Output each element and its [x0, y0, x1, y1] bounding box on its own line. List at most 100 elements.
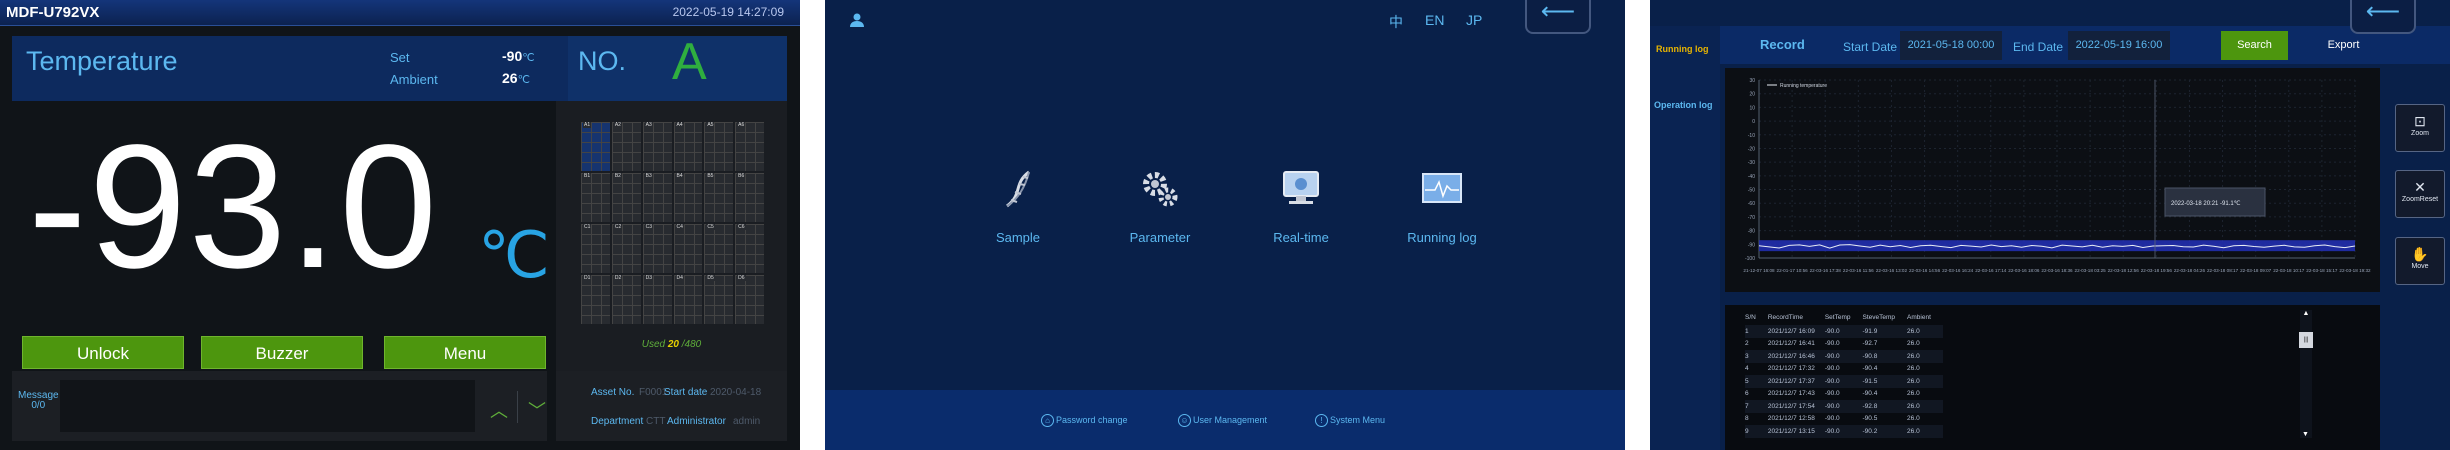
rack-cell-d5[interactable]: D5 — [704, 275, 734, 324]
rack-cell-b2[interactable]: B2 — [611, 173, 641, 222]
y-tick-label: -40 — [1748, 174, 1755, 180]
rack-cell-d2[interactable]: D2 — [611, 275, 641, 324]
rack-cell-a1[interactable]: A1 — [581, 122, 610, 171]
temperature-chart[interactable]: 30 20 10 0 -10 -20 -30 -40 -50 -60 -70 -80 -90 -100 21… — [1725, 68, 2380, 292]
rack-cell-c6[interactable]: C6 — [735, 224, 764, 273]
back-button[interactable]: ⟵ — [2350, 0, 2416, 34]
rack-cell-b6[interactable]: B6 — [735, 173, 764, 222]
menu-parameter[interactable]: Parameter — [1100, 164, 1220, 245]
end-date-input[interactable]: 2022-05-19 16:00 — [2068, 31, 2170, 60]
start-date-label: Start date — [664, 387, 708, 398]
y-tick-label: -80 — [1748, 229, 1755, 235]
password-change-button[interactable]: ⌂ Password change — [1041, 414, 1128, 427]
table-row[interactable]: 5 2021/12/7 17:37 -90.0 -91.5 26.0 — [1745, 375, 1943, 388]
start-date-input[interactable]: 2021-05-18 00:00 — [1900, 31, 2002, 60]
administrator-label: Administrator — [667, 416, 726, 427]
y-tick-label: 10 — [1749, 105, 1755, 111]
temperature-band — [1759, 240, 2355, 252]
rack-cell-c1[interactable]: C1 — [581, 224, 610, 273]
table-row[interactable]: 9 2021/12/7 13:15 -90.0 -90.2 26.0 — [1745, 425, 1943, 438]
move-button[interactable]: ✋ Move — [2395, 237, 2445, 285]
menu-parameter-label: Parameter — [1129, 230, 1191, 245]
rack-cell-label: B2 — [613, 173, 622, 179]
tab-running-log[interactable]: Running log — [1656, 44, 1708, 54]
scroll-thumb[interactable]: ||| — [2299, 332, 2313, 348]
table-cell: -91.9 — [1862, 325, 1908, 338]
system-menu-button[interactable]: ! System Menu — [1315, 414, 1385, 427]
y-tick-label: -10 — [1748, 133, 1755, 139]
table-cell: -90.0 — [1824, 350, 1863, 363]
x-tick-label: 22-03-16 11:56 — [1843, 268, 1874, 273]
menu-sample[interactable]: Sample — [958, 164, 1078, 245]
table-row[interactable]: 1 2021/12/7 16:09 -90.0 -91.9 26.0 — [1745, 325, 1943, 338]
rack-cell-a4[interactable]: A4 — [673, 122, 703, 171]
lang-zh-button[interactable]: 中 — [1389, 12, 1403, 32]
rack-cell-c3[interactable]: C3 — [642, 224, 672, 273]
column-header: Ambient — [1907, 314, 1931, 321]
legend-label: Running temperature — [1780, 83, 1827, 89]
message-label: Message 0/0 — [18, 390, 59, 411]
rack-cell-b1[interactable]: B1 — [581, 173, 610, 222]
zoom-reset-button[interactable]: ✕ ZoomReset — [2395, 170, 2445, 218]
export-button[interactable]: Export — [2310, 31, 2377, 60]
table-row[interactable]: 7 2021/12/7 17:54 -90.0 -92.8 26.0 — [1745, 400, 1943, 413]
rack-cell-c5[interactable]: C5 — [704, 224, 734, 273]
rack-cell-c2[interactable]: C2 — [611, 224, 641, 273]
rack-cell-a5[interactable]: A5 — [704, 122, 734, 171]
rack-cell-b4[interactable]: B4 — [673, 173, 703, 222]
menu-realtime[interactable]: Real-time — [1241, 164, 1361, 245]
zoom-button[interactable]: ⊡ Zoom — [2395, 104, 2445, 152]
table-cell: 26.0 — [1907, 350, 1943, 363]
table-cell: 3 — [1745, 350, 1768, 363]
rack-cell-d6[interactable]: D6 — [735, 275, 764, 324]
chevron-up-icon[interactable]: ︿ — [490, 397, 508, 423]
back-button[interactable]: ⟵ — [1525, 0, 1591, 34]
x-tick-label: 22-03-16 18:06 — [2008, 268, 2040, 273]
scroll-down-icon[interactable]: ▼ — [2302, 431, 2309, 438]
rack-cell-b3[interactable]: B3 — [642, 173, 672, 222]
temperature-title: Temperature — [26, 46, 178, 76]
table-cell: 4 — [1745, 365, 1749, 373]
table-row[interactable]: 4 2021/12/7 17:32 -90.0 -90.4 26.0 — [1745, 363, 1943, 376]
buzzer-button[interactable]: Buzzer — [201, 336, 363, 369]
start-date-label: Start Date — [1843, 40, 1898, 54]
rack-cell-d3[interactable]: D3 — [642, 275, 672, 324]
temperature-unit: ℃ — [478, 219, 550, 291]
rack-cell-label: D5 — [706, 275, 715, 281]
rack-cell-a6[interactable]: A6 — [735, 122, 764, 171]
rack-cell-b5[interactable]: B5 — [704, 173, 734, 222]
lang-en-button[interactable]: EN — [1425, 12, 1444, 28]
table-row[interactable]: 6 2021/12/7 17:43 -90.0 -90.4 26.0 — [1745, 388, 1943, 401]
lang-jp-button[interactable]: JP — [1466, 12, 1482, 28]
rack-cell-d1[interactable]: D1 — [581, 275, 610, 324]
rack-cell-d4[interactable]: D4 — [673, 275, 703, 324]
dna-icon — [993, 164, 1043, 214]
table-cell: -90.0 — [1824, 390, 1840, 398]
record-table: S/N RecordTime SetTemp SteveTemp Ambient 1 202… — [1745, 310, 1943, 438]
rack-cell-a3[interactable]: A3 — [642, 122, 672, 171]
chevron-down-icon[interactable]: ﹀ — [528, 397, 546, 423]
tab-operation-log[interactable]: Operation log — [1654, 100, 1713, 110]
user-icon[interactable] — [849, 12, 865, 33]
table-cell: 2 — [1745, 340, 1749, 348]
y-tick-label: -20 — [1748, 146, 1755, 152]
x-tick-label: 22-03-18 10:17 — [2273, 268, 2305, 273]
table-row[interactable]: 2 2021/12/7 16:41 -90.0 -92.7 26.0 — [1745, 338, 1943, 351]
table-cell: 8 — [1745, 415, 1749, 423]
unlock-button[interactable]: Unlock — [22, 336, 184, 369]
search-button[interactable]: Search — [2221, 31, 2288, 60]
menu-button[interactable]: Menu — [384, 336, 546, 369]
users-icon: ☺ — [1178, 414, 1191, 427]
scroll-up-icon[interactable]: ▲ — [2303, 310, 2310, 317]
table-scrollbar[interactable]: ▲ ||| ▼ — [2299, 310, 2313, 438]
table-row[interactable]: 8 2021/12/7 12:58 -90.0 -90.5 26.0 — [1745, 413, 1943, 426]
rack-cell-c4[interactable]: C4 — [673, 224, 703, 273]
table-row[interactable]: 3 2021/12/7 16:46 -90.0 -90.8 26.0 — [1745, 350, 1943, 363]
department-value: CTT — [646, 416, 666, 427]
rack-cell-a2[interactable]: A2 — [611, 122, 641, 171]
number-label: NO. — [578, 46, 627, 76]
rack-map: A1 A2 A3 A4 A5 A6 B1 B2 B3 B4 B5 B6 C1 C2 C3 C4 C5 C6 D1 D2… — [556, 101, 787, 371]
user-management-button[interactable]: ☺ User Management — [1178, 414, 1267, 427]
x-tick-label: 22-03-16 17:38 — [1810, 268, 1842, 273]
menu-running-log[interactable]: Running log — [1382, 164, 1502, 245]
